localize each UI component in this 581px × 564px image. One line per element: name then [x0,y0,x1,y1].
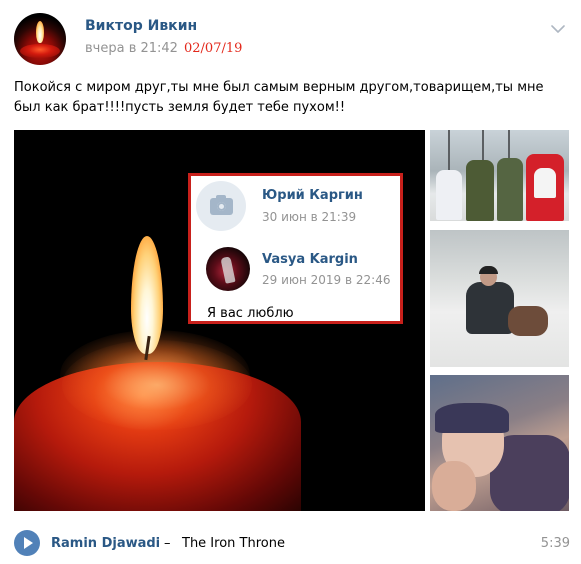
audio-attachment: Ramin Djawadi – The Iron Throne 5:39 [14,530,570,558]
author-avatar[interactable] [14,13,66,65]
audio-separator: – [164,536,171,551]
candle-flame-avatar [36,21,44,43]
photo-thumbnail-group[interactable] [430,130,569,221]
audio-title[interactable]: The Iron Throne [182,536,285,551]
comments-overlay: Юрий Каргин 30 июн в 21:39 Vasya Kargin … [188,173,403,324]
date-stamp: 02/07/19 [184,41,243,56]
comment-avatar[interactable] [206,247,250,291]
hat [435,403,509,433]
comment-time[interactable]: 29 июн 2019 в 22:46 [262,273,390,287]
photo-thumbnail-dog[interactable] [430,230,569,367]
comment-time[interactable]: 30 июн в 21:39 [262,210,356,224]
person [436,170,462,220]
person [466,160,494,221]
face [432,461,476,511]
audio-artist[interactable]: Ramin Djawadi [51,536,160,551]
person [497,158,523,221]
man-figure [466,282,514,334]
candle-wax-avatar [20,44,60,58]
photo-thumbnail-selfie[interactable] [430,375,569,511]
chevron-down-icon[interactable] [551,24,565,34]
audio-duration: 5:39 [540,536,570,551]
post-text: Покойся с миром друг,ты мне был самым ве… [14,80,544,115]
play-icon[interactable] [14,530,40,556]
santa-beard [534,168,556,198]
man-cap [479,266,498,274]
guitarist-figure [220,256,236,284]
camera-icon [210,195,233,215]
comment-author[interactable]: Vasya Kargin [262,252,358,267]
wall-post: Виктор Ивкин вчера в 21:42 02/07/19 Поко… [0,0,581,564]
dog-figure [508,306,548,336]
author-name[interactable]: Виктор Ивкин [85,18,197,34]
wax-pool-glow [62,340,252,430]
comment-text: Я вас люблю [207,306,294,321]
comment-avatar-placeholder[interactable] [196,181,246,231]
comment-author[interactable]: Юрий Каргин [262,188,363,203]
post-time[interactable]: вчера в 21:42 [85,41,178,56]
